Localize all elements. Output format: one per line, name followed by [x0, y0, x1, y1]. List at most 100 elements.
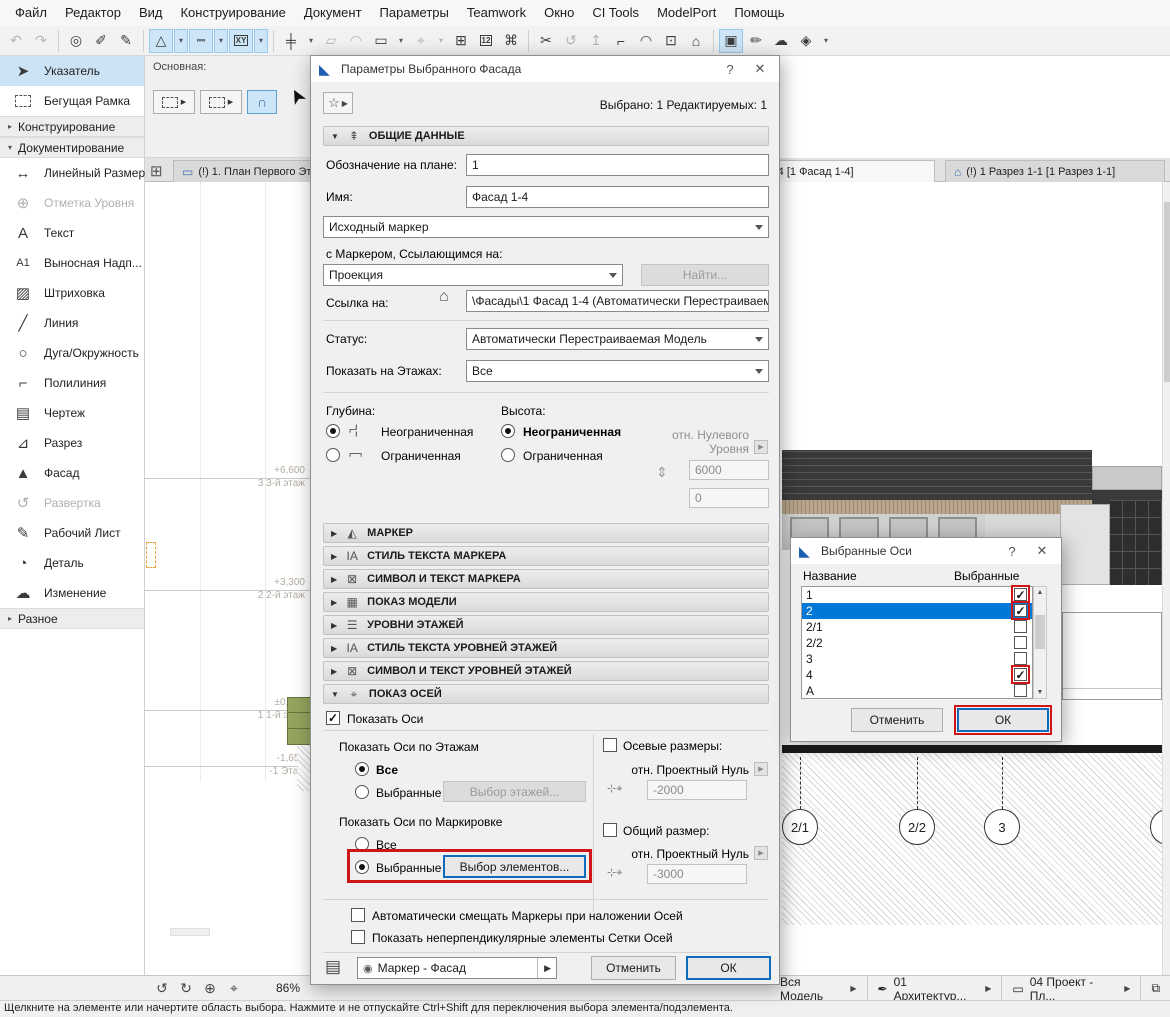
mirror-icon[interactable]: ◠: [344, 29, 368, 53]
marquee-poly-button[interactable]: ▶: [153, 90, 195, 114]
section-story-levels-text-style[interactable]: ▶ ΙA СТИЛЬ ТЕКСТА УРОВНЕЙ ЭТАЖЕЙ: [323, 638, 769, 658]
axes-scrollbar[interactable]: ▲ ▼: [1033, 586, 1047, 699]
stories-select[interactable]: Все: [466, 360, 769, 382]
menu-view[interactable]: Вид: [130, 0, 172, 26]
corner-icon[interactable]: ⌐: [609, 29, 633, 53]
elevate-icon[interactable]: ↥: [584, 29, 608, 53]
axis-checkbox[interactable]: [1014, 652, 1027, 665]
group-design[interactable]: ▸ Конструирование: [0, 116, 144, 137]
cancel-button[interactable]: Отменить: [851, 708, 943, 732]
tool-text[interactable]: A Текст: [0, 218, 144, 248]
layer-select[interactable]: ◉ Маркер - Фасад ▶: [357, 957, 557, 979]
help-button[interactable]: ?: [719, 62, 741, 77]
axis-row[interactable]: 4: [802, 667, 1032, 683]
depth-limited-radio[interactable]: [326, 448, 340, 462]
adjust-icon[interactable]: ↺: [559, 29, 583, 53]
axis-row-selected[interactable]: 2: [802, 603, 1032, 619]
by-marking-selected-radio[interactable]: [355, 860, 369, 874]
inject-parameters-icon[interactable]: ✎: [114, 29, 138, 53]
close-button[interactable]: ✕: [1031, 543, 1053, 559]
model-filter-control[interactable]: Вся Модель ▶: [770, 976, 867, 1001]
tool-change[interactable]: ☁ Изменение: [0, 578, 144, 608]
group-document[interactable]: ▾ Документирование: [0, 137, 144, 158]
axis-row[interactable]: 1: [802, 587, 1032, 603]
transform-box-icon[interactable]: ▣: [719, 29, 743, 53]
coordinate-tool-dropdown-icon[interactable]: ▾: [254, 29, 268, 53]
dialog-title-bar[interactable]: ◣ Параметры Выбранного Фасада ? ✕: [311, 56, 779, 82]
zoom-in-icon[interactable]: ⊕: [198, 980, 222, 997]
story-select-button[interactable]: Выбор этажей...: [443, 781, 586, 802]
section-grid-display[interactable]: ▼ ⌖ ПОКАЗ ОСЕЙ: [323, 684, 769, 704]
tool-elevation[interactable]: ▲ Фасад: [0, 458, 144, 488]
tool-label-callout[interactable]: A1 Выносная Надп...: [0, 248, 144, 278]
copy-settings-button[interactable]: ⧉: [1140, 976, 1170, 1001]
close-button[interactable]: ✕: [749, 61, 771, 77]
menu-window[interactable]: Окно: [535, 0, 583, 26]
fit-in-window-icon[interactable]: ⌖: [222, 980, 246, 997]
axis-checkbox[interactable]: [1014, 668, 1027, 681]
section-model-display[interactable]: ▶ ▦ ПОКАЗ МОДЕЛИ: [323, 592, 769, 612]
tool-drawing[interactable]: ▤ Чертеж: [0, 398, 144, 428]
resize-icon[interactable]: ⊡: [659, 29, 683, 53]
scrollbar-thumb[interactable]: [1035, 615, 1045, 649]
show-nonperp-checkbox[interactable]: [351, 930, 365, 944]
anchor-dropdown-icon[interactable]: ▾: [434, 29, 448, 53]
axial-flyout-button[interactable]: ▶: [754, 762, 768, 776]
morph-icon[interactable]: ◈: [794, 29, 818, 53]
group-misc[interactable]: ▸ Разное: [0, 608, 144, 629]
section-general-data[interactable]: ▼ ⇞ ОБЩИЕ ДАННЫЕ: [323, 126, 769, 146]
axis-row[interactable]: 2/1: [802, 619, 1032, 635]
grid-snap-icon[interactable]: ╪: [279, 29, 303, 53]
axis-checkbox[interactable]: [1014, 684, 1027, 697]
element-select-button[interactable]: Выбор элементов...: [443, 855, 586, 878]
find-button[interactable]: Найти...: [641, 264, 769, 286]
scroll-down-icon[interactable]: ▼: [1034, 689, 1046, 696]
menu-citools[interactable]: CI Tools: [583, 0, 648, 26]
total-flyout-button[interactable]: ▶: [754, 846, 768, 860]
marker-type-select[interactable]: Исходный маркер: [323, 216, 769, 238]
tab-floor-plan[interactable]: ▭ (!) 1. План Первого Эт: [173, 160, 315, 182]
tool-marquee[interactable]: Бегущая Рамка: [0, 86, 144, 116]
fillet-icon[interactable]: ◠: [634, 29, 658, 53]
plan-id-input[interactable]: 1: [466, 154, 769, 176]
pane-layout-icon[interactable]: ⊞: [150, 162, 163, 180]
menu-file[interactable]: Файл: [6, 0, 56, 26]
tool-worksheet[interactable]: ✎ Рабочий Лист: [0, 518, 144, 548]
by-marking-all-radio[interactable]: [355, 837, 369, 851]
tab-section[interactable]: ⌂ (!) 1 Разрез 1-1 [1 Разрез 1-1]: [945, 160, 1165, 182]
scrollbar-thumb[interactable]: [1164, 202, 1170, 382]
arrow-tool-icon[interactable]: △: [149, 29, 173, 53]
view-settings-control[interactable]: ▭ 04 Проект - Пл... ▶: [1001, 976, 1140, 1001]
projection-select[interactable]: Проекция: [323, 264, 623, 286]
vertical-scrollbar[interactable]: [1162, 182, 1170, 975]
axis-row[interactable]: A: [802, 683, 1032, 699]
tool-line[interactable]: ╱ Линия: [0, 308, 144, 338]
menu-options[interactable]: Параметры: [371, 0, 458, 26]
skew-icon[interactable]: ▱: [319, 29, 343, 53]
menu-modelport[interactable]: ModelPort: [648, 0, 725, 26]
marquee-tool-dropdown-icon[interactable]: ▾: [214, 29, 228, 53]
tab-elevation-active[interactable]: -4 [1 Фасад 1-4]: [765, 160, 935, 182]
tool-detail[interactable]: ◔ Деталь: [0, 548, 144, 578]
section-story-levels-symbol-text[interactable]: ▶ ⊠ СИМВОЛ И ТЕКСТ УРОВНЕЙ ЭТАЖЕЙ: [323, 661, 769, 681]
undo-icon[interactable]: ↶: [4, 29, 28, 53]
tool-section[interactable]: ⊿ Разрез: [0, 428, 144, 458]
by-story-all-radio[interactable]: [355, 762, 369, 776]
menu-help[interactable]: Помощь: [725, 0, 793, 26]
axial-dims-checkbox[interactable]: [603, 738, 617, 752]
section-story-levels[interactable]: ▶ ☰ УРОВНИ ЭТАЖЕЙ: [323, 615, 769, 635]
axis-checkbox[interactable]: [1014, 620, 1027, 633]
axis-bubble[interactable]: 2/1: [782, 809, 818, 845]
frame-icon[interactable]: ▭: [369, 29, 393, 53]
coordinate-tool-icon[interactable]: XY: [229, 29, 253, 53]
total-value-input[interactable]: -3000: [647, 864, 747, 884]
section-marker[interactable]: ▶ ◭ МАРКЕР: [323, 523, 769, 543]
tool-polyline[interactable]: ⌐ Полилиния: [0, 368, 144, 398]
auto-offset-checkbox[interactable]: [351, 908, 365, 922]
rel-zero-flyout-button[interactable]: ▶: [754, 440, 768, 454]
frame-dropdown-icon[interactable]: ▾: [394, 29, 408, 53]
tool-linear-dimension[interactable]: ↔ Линейный Размер: [0, 158, 144, 188]
home-icon[interactable]: ⌂: [684, 29, 708, 53]
show-axes-checkbox[interactable]: [326, 711, 340, 725]
arrow-tool-dropdown-icon[interactable]: ▾: [174, 29, 188, 53]
